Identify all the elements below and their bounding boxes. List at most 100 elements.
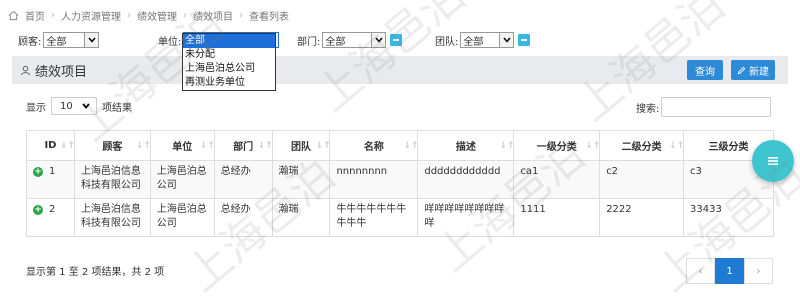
panel-title: 绩效项目	[12, 61, 87, 80]
table-search: 搜索:	[636, 97, 772, 117]
cell-category2: c2	[599, 160, 685, 199]
sort-icon: ↓↑	[59, 141, 76, 151]
column-header-category2[interactable]: 二级分类 ↓↑	[599, 130, 685, 161]
pencil-icon	[737, 66, 746, 74]
breadcrumb-performance[interactable]: 绩效管理	[137, 8, 177, 23]
cell-name: 牛牛牛牛牛牛牛牛牛牛	[329, 198, 419, 237]
filter-bar: 顾客: 全部 单位: 全部 部门: 全部 团队: 全部	[0, 32, 800, 52]
sort-icon: ↓↑	[199, 141, 215, 151]
cell-description: dddddddddddd	[417, 160, 515, 199]
sort-icon: ↓↑	[499, 141, 515, 151]
table-header-row: ID ↓↑ 顾客 ↓↑ 单位 ↓↑ 部门 ↓↑ 团队 ↓↑ 名称 ↓↑ 描述 ↓↑ 一级分类 ↓…	[26, 130, 774, 161]
customer-filter: 顾客: 全部	[18, 32, 100, 48]
department-filter: 部门: 全部	[297, 32, 403, 48]
breadcrumb-separator: ›	[183, 9, 187, 21]
unit-filter-label: 单位:	[158, 36, 182, 48]
cell-customer: 上海邑泊信息科技有限公司	[73, 198, 151, 237]
chevron-down-icon	[499, 33, 514, 47]
department-select[interactable]: 全部	[322, 32, 387, 48]
length-suffix: 项结果	[102, 102, 132, 114]
cell-team: 瀚瑞	[271, 160, 331, 199]
column-header-unit[interactable]: 单位 ↓↑	[149, 130, 215, 161]
cell-customer: 上海邑泊信息科技有限公司	[73, 160, 151, 199]
cell-category1: 1111	[513, 198, 601, 237]
page-length-control: 显示 10 项结果	[26, 97, 132, 115]
query-button-label: 查询	[695, 66, 715, 78]
team-select-value: 全部	[463, 36, 484, 48]
column-header-name[interactable]: 名称 ↓↑	[329, 130, 419, 161]
query-button[interactable]: 查询	[687, 60, 723, 80]
table-info: 显示第 1 至 2 项结果，共 2 项	[26, 267, 165, 278]
cell-unit: 上海邑泊总公司	[149, 198, 215, 237]
cell-name: nnnnnnnn	[329, 160, 419, 199]
expand-plus-icon[interactable]: +	[33, 205, 43, 215]
page-length-select[interactable]: 10	[51, 97, 97, 115]
sort-icon: ↓↑	[669, 141, 685, 151]
column-header-team[interactable]: 团队 ↓↑	[271, 130, 331, 161]
cell-department: 总经办	[213, 160, 273, 199]
breadcrumb-project[interactable]: 绩效项目	[193, 8, 233, 23]
unit-dropdown-list: 全部 未分配 上海邑泊总公司 再测业务单位	[182, 33, 276, 91]
team-filter: 团队: 全部	[435, 32, 531, 48]
breadcrumb-separator: ›	[239, 9, 243, 21]
breadcrumb: 首页 › 人力资源管理 › 绩效管理 › 绩效项目 › 查看列表	[8, 6, 289, 24]
department-picker-button[interactable]	[390, 34, 403, 46]
chevron-down-icon	[82, 103, 90, 109]
cell-team: 瀚瑞	[271, 198, 331, 237]
breadcrumb-hr[interactable]: 人力资源管理	[61, 8, 121, 23]
page-length-value: 10	[60, 100, 73, 112]
new-button[interactable]: 新建	[731, 60, 775, 80]
home-icon[interactable]	[8, 10, 19, 21]
search-label: 搜索:	[636, 103, 660, 115]
pagination: ‹ 1 ›	[686, 258, 773, 284]
sort-icon: ↓↑	[315, 141, 331, 151]
cell-category3: 33433	[683, 198, 774, 237]
customer-select[interactable]: 全部	[43, 32, 100, 48]
expand-plus-icon[interactable]: +	[33, 167, 43, 177]
floating-menu-button[interactable]	[752, 140, 794, 182]
chevron-down-icon	[84, 33, 99, 47]
performance-table: ID ↓↑ 顾客 ↓↑ 单位 ↓↑ 部门 ↓↑ 团队 ↓↑ 名称 ↓↑ 描述 ↓↑ 一级分类 ↓…	[26, 130, 774, 237]
column-header-id[interactable]: ID ↓↑	[26, 130, 76, 161]
sort-icon: ↓↑	[403, 141, 419, 151]
panel-header: 绩效项目 查询 新建	[12, 56, 788, 84]
cell-department: 总经办	[213, 198, 273, 237]
department-filter-label: 部门:	[297, 36, 321, 48]
cell-unit: 上海邑泊总公司	[149, 160, 215, 199]
sort-icon: ↓↑	[135, 141, 151, 151]
table-row[interactable]: +2 上海邑泊信息科技有限公司 上海邑泊总公司 总经办 瀚瑞 牛牛牛牛牛牛牛牛牛…	[26, 198, 774, 237]
cell-id: +1	[26, 160, 75, 199]
unit-option[interactable]: 再测业务单位	[183, 76, 275, 90]
team-picker-button[interactable]	[518, 34, 531, 46]
cell-category1: ca1	[513, 160, 601, 199]
breadcrumb-current: 查看列表	[249, 11, 289, 23]
cell-description: 咩咩咩咩咩咩咩咩咩	[417, 198, 515, 237]
breadcrumb-separator: ›	[127, 9, 131, 21]
column-header-category1[interactable]: 一级分类 ↓↑	[513, 130, 601, 161]
column-header-department[interactable]: 部门 ↓↑	[213, 130, 273, 161]
pagination-page[interactable]: 1	[715, 258, 744, 284]
cell-id: +2	[26, 198, 75, 237]
search-input[interactable]	[661, 97, 772, 117]
column-header-description[interactable]: 描述 ↓↑	[417, 130, 515, 161]
table-row[interactable]: +1 上海邑泊信息科技有限公司 上海邑泊总公司 总经办 瀚瑞 nnnnnnnn …	[26, 160, 774, 199]
breadcrumb-home[interactable]: 首页	[25, 8, 45, 23]
panel-title-text: 绩效项目	[35, 64, 88, 80]
chevron-down-icon	[371, 33, 386, 47]
team-filter-label: 团队:	[435, 36, 459, 48]
menu-lines-icon	[768, 157, 778, 165]
unit-option[interactable]: 上海邑泊总公司	[183, 62, 275, 76]
length-prefix: 显示	[26, 102, 46, 114]
unit-option[interactable]: 全部	[183, 34, 275, 48]
user-icon	[20, 65, 31, 75]
column-header-customer[interactable]: 顾客 ↓↑	[73, 130, 151, 161]
sort-icon: ↓↑	[257, 141, 273, 151]
cell-category2: 2222	[599, 198, 685, 237]
unit-option[interactable]: 未分配	[183, 48, 275, 62]
customer-select-value: 全部	[46, 36, 67, 48]
customer-filter-label: 顾客:	[18, 36, 42, 48]
pagination-previous[interactable]: ‹	[686, 258, 715, 284]
team-select[interactable]: 全部	[460, 32, 515, 48]
sort-icon: ↓↑	[585, 141, 601, 151]
pagination-next[interactable]: ›	[744, 258, 773, 284]
